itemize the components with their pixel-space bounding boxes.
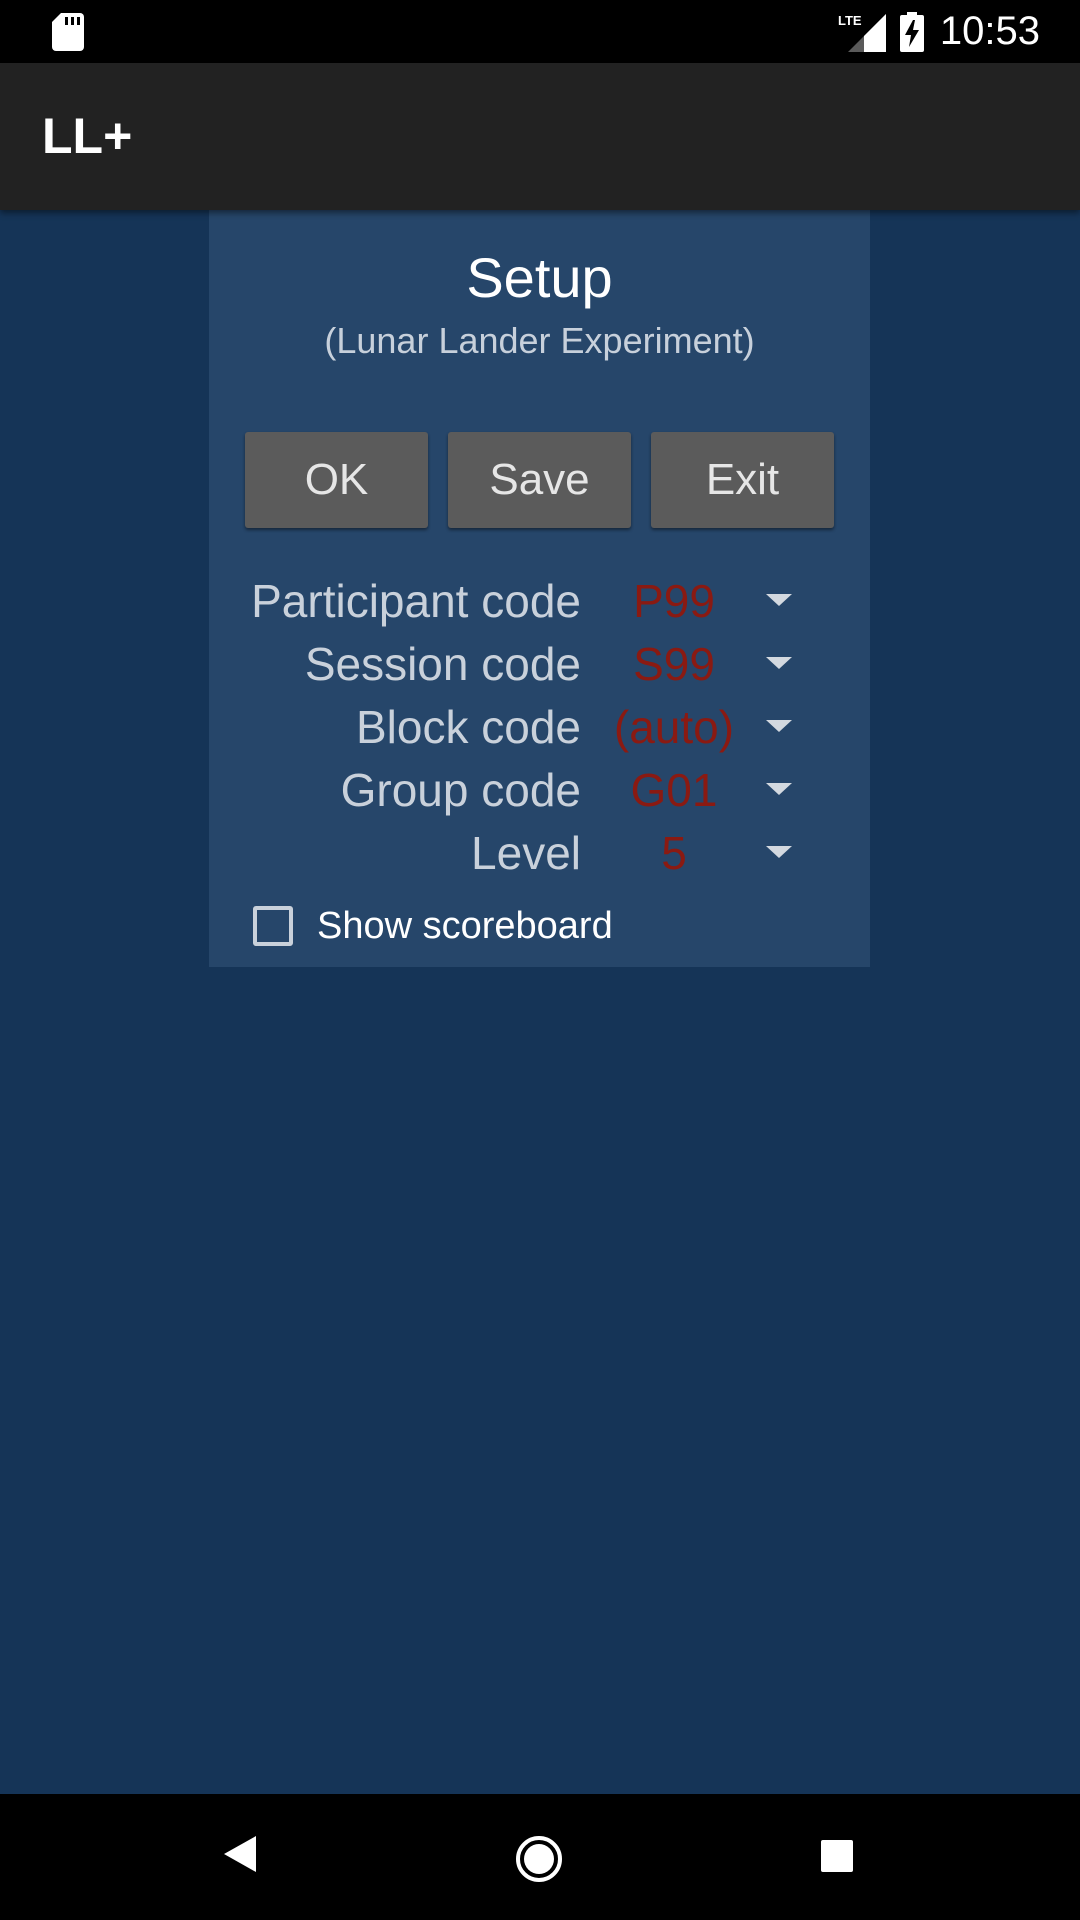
app-bar: LL+ (0, 63, 1080, 210)
show-scoreboard-checkbox[interactable]: Show scoreboard (253, 901, 613, 951)
participant-code-value: P99 (633, 575, 715, 627)
group-code-label: Group code (340, 764, 581, 816)
status-clock: 10:53 (939, 9, 1040, 53)
exit-button[interactable]: Exit (651, 432, 834, 528)
status-bar: LTE 10:53 (0, 0, 1080, 63)
dropdown-arrow-icon (766, 720, 792, 732)
status-icons: LTE 10:53 (838, 0, 1040, 63)
svg-text:LTE: LTE (838, 13, 862, 28)
setup-panel: Setup (Lunar Lander Experiment) OK Save … (209, 210, 870, 967)
level-value: 5 (661, 827, 687, 879)
screen: LTE 10:53 LL+ Setup (Lunar Lander Experi… (0, 0, 1080, 1920)
block-code-row: Block code (auto) (209, 697, 870, 757)
level-label: Level (471, 827, 581, 879)
dropdown-arrow-icon (766, 783, 792, 795)
level-row: Level 5 (209, 823, 870, 883)
dropdown-arrow-icon (766, 657, 792, 669)
ok-button[interactable]: OK (245, 432, 428, 528)
app-title: LL+ (42, 108, 133, 164)
show-scoreboard-label: Show scoreboard (317, 904, 613, 947)
checkbox-icon[interactable] (253, 906, 293, 946)
recents-icon[interactable] (820, 1839, 854, 1878)
dropdown-arrow-icon (766, 846, 792, 858)
battery-charging-icon (899, 11, 924, 52)
session-code-value: S99 (633, 638, 715, 690)
block-code-label: Block code (355, 701, 581, 753)
group-code-spinner[interactable]: G01 (589, 760, 829, 820)
participant-code-label: Participant code (251, 575, 581, 627)
session-code-spinner[interactable]: S99 (589, 634, 829, 694)
block-code-value: (auto) (613, 701, 735, 753)
block-code-spinner[interactable]: (auto) (589, 697, 829, 757)
session-code-label: Session code (304, 638, 581, 690)
lte-signal-icon: LTE (838, 12, 886, 52)
participant-code-spinner[interactable]: P99 (589, 571, 829, 631)
participant-code-row: Participant code P99 (209, 571, 870, 631)
home-icon[interactable] (514, 1834, 564, 1889)
group-code-value: G01 (630, 764, 718, 816)
setup-subtitle: (Lunar Lander Experiment) (324, 320, 755, 361)
setup-title: Setup (466, 246, 613, 309)
group-code-row: Group code G01 (209, 760, 870, 820)
save-button[interactable]: Save (448, 432, 631, 528)
session-code-row: Session code S99 (209, 634, 870, 694)
back-icon[interactable] (222, 1834, 258, 1879)
sd-card-icon (52, 13, 84, 56)
dropdown-arrow-icon (766, 594, 792, 606)
navigation-bar (0, 1794, 1080, 1920)
level-spinner[interactable]: 5 (589, 823, 829, 883)
